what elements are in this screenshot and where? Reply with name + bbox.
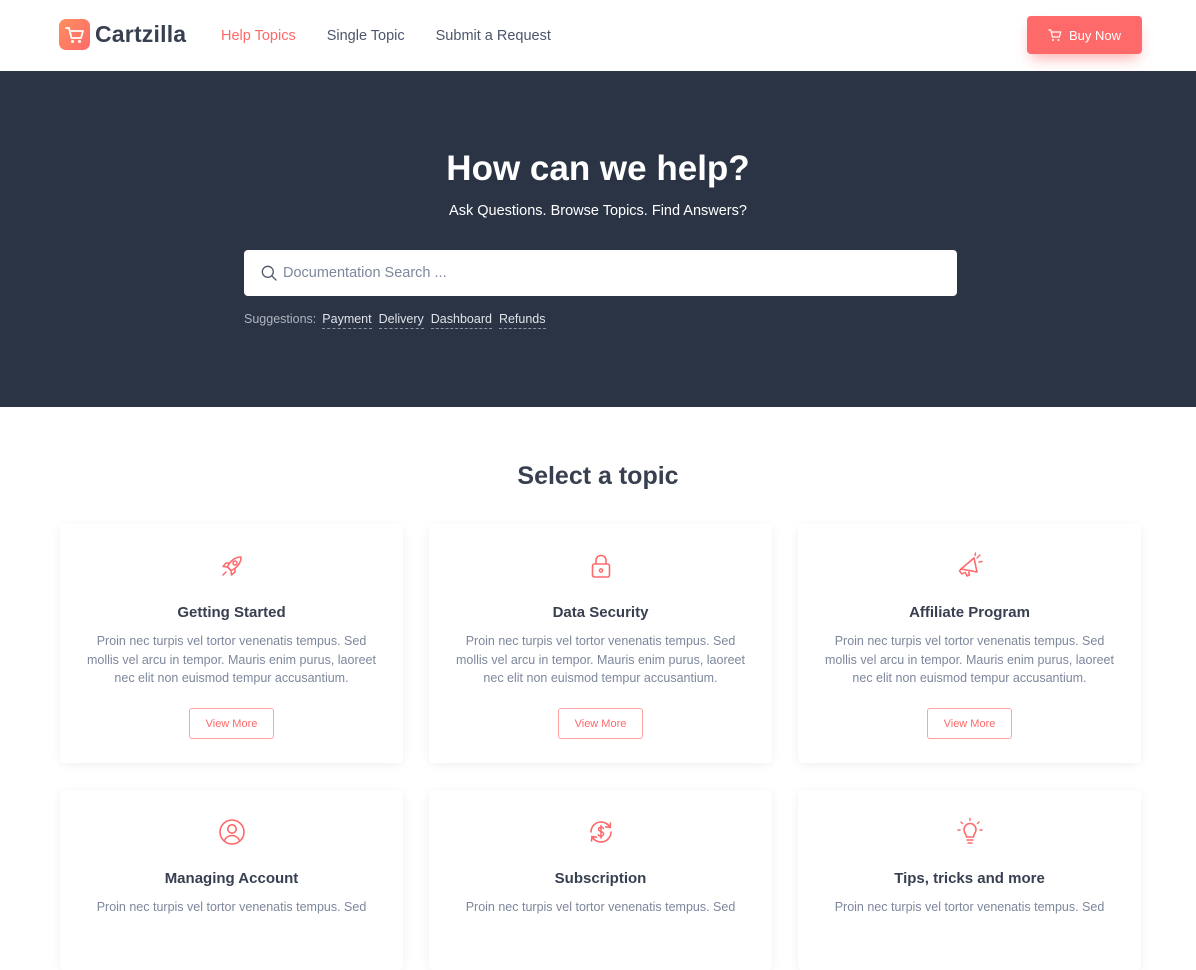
hero-title: How can we help? [446,149,750,188]
search-icon [261,265,277,281]
topic-description: Proin nec turpis vel tortor venenatis te… [834,900,1105,914]
cart-icon [1048,28,1062,41]
topic-description: Proin nec turpis vel tortor venenatis te… [465,900,736,914]
main-nav: Help Topics Single Topic Submit a Reques… [221,26,582,46]
topic-card-subscription: Subscription Proin nec turpis vel tortor… [429,790,772,970]
suggestion-refunds[interactable]: Refunds [498,312,546,329]
topic-card-affiliate-program: Affiliate Program Proin nec turpis vel t… [798,524,1141,763]
logo-text: Cartzilla [95,21,187,47]
suggestion-delivery[interactable]: Delivery [378,312,424,329]
topic-card-getting-started: Getting Started Proin nec turpis vel tor… [60,524,403,763]
view-more-button[interactable]: View More [927,708,1012,739]
suggestion-payment[interactable]: Payment [322,312,372,329]
search-box [244,250,957,296]
search-input[interactable] [283,265,883,281]
logo[interactable]: Cartzilla [59,19,186,50]
section-title: Select a topic [517,462,679,490]
megaphone-icon [958,552,983,577]
topic-description: Proin nec turpis vel tortor venenatis te… [824,634,1114,685]
topic-title: Managing Account [164,870,299,887]
topic-description: Proin nec turpis vel tortor venenatis te… [96,900,367,914]
topic-card-data-security: Data Security Proin nec turpis vel torto… [429,524,772,763]
topic-description: Proin nec turpis vel tortor venenatis te… [455,634,745,685]
lightbulb-icon [957,817,983,844]
buy-now-label: Buy Now [1068,27,1122,43]
buy-now-button[interactable]: Buy Now [1027,16,1142,54]
hero-subtitle: Ask Questions. Browse Topics. Find Answe… [449,203,747,219]
hero-section: How can we help? Ask Questions. Browse T… [0,71,1196,407]
cart-logo-icon [59,19,90,50]
topic-title: Tips, tricks and more [894,870,1045,887]
nav-single-topic[interactable]: Single Topic [327,26,405,46]
topic-card-managing-account: Managing Account Proin nec turpis vel to… [60,790,403,970]
site-header: Cartzilla Help Topics Single Topic Submi… [0,0,1196,71]
suggestions: Suggestions: Payment Delivery Dashboard … [244,312,553,329]
rocket-icon [222,556,242,576]
lock-icon [591,554,611,578]
topic-title: Data Security [552,604,649,621]
view-more-button[interactable]: View More [189,708,274,739]
dollar-refresh-icon [590,821,612,843]
topic-title: Getting Started [177,604,286,621]
topic-title: Subscription [554,870,647,887]
topic-title: Affiliate Program [909,604,1030,621]
nav-help-topics[interactable]: Help Topics [221,26,296,46]
suggestion-dashboard[interactable]: Dashboard [430,312,492,329]
suggestions-label: Suggestions: [244,312,317,326]
user-circle-icon [219,819,245,845]
view-more-button[interactable]: View More [558,708,643,739]
topic-card-tips-tricks: Tips, tricks and more Proin nec turpis v… [798,790,1141,970]
topic-description: Proin nec turpis vel tortor venenatis te… [86,634,376,685]
nav-submit-request[interactable]: Submit a Request [436,26,551,46]
